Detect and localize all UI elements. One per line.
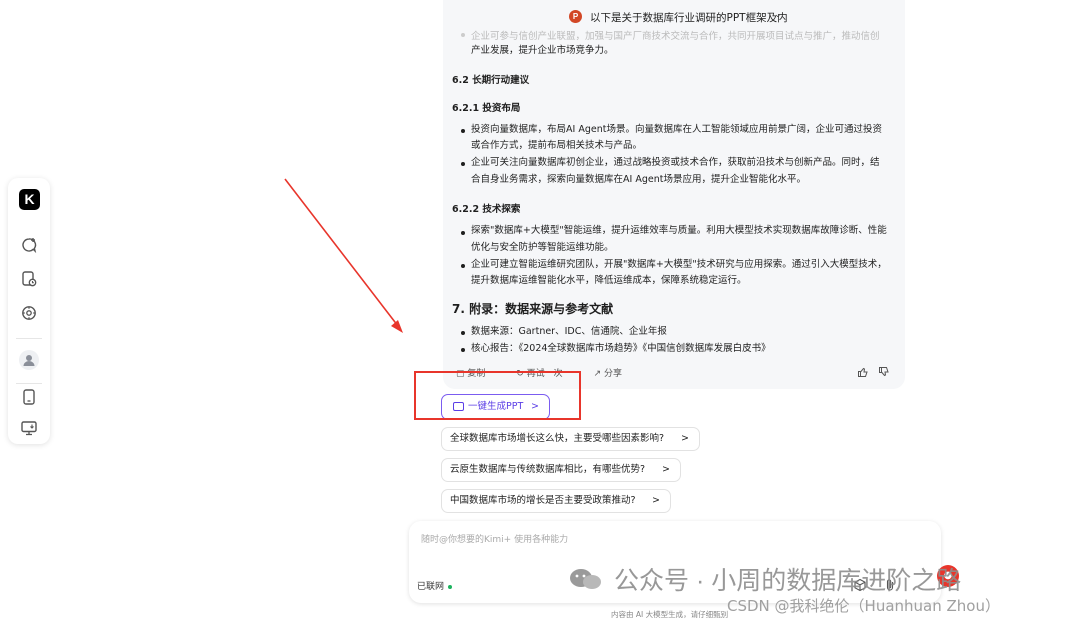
network-toggle[interactable]: 已联网 xyxy=(417,579,453,592)
list-item: 企业可建立智能运维研究团队，开展"数据库+大模型"技术研究与应用探索。通过引入大… xyxy=(471,259,887,270)
sidebar-divider xyxy=(16,383,42,384)
chat-input-placeholder[interactable]: 随时@你想要的Kimi+ 使用各种能力 xyxy=(421,532,568,545)
red-highlight-box xyxy=(414,371,581,420)
suggestion-chip[interactable]: 云原生数据库与传统数据库相比，有哪些优势? > xyxy=(441,458,681,482)
list-item: 或合作方式，提前布局相关技术与产品。 xyxy=(471,140,643,151)
share-button[interactable]: ↗ 分享 xyxy=(594,369,636,379)
suggestion-chip[interactable]: 全球数据库市场增长这么快，主要受哪些因素影响? > xyxy=(441,427,700,451)
list-item: 合自身业务需求，探索向量数据库在AI Agent场景应用，提升企业智能化水平。 xyxy=(471,174,806,185)
sidebar-divider xyxy=(16,338,42,339)
network-label: 已联网 xyxy=(417,582,445,592)
list-item: 优化与安全防护等智能运维功能。 xyxy=(471,242,614,253)
watermark-csdn: CSDN @我科绝伦（Huanhuan Zhou） xyxy=(727,597,1000,615)
list-item: 核心报告：《2024全球数据库市场趋势》《中国信创数据库发展白皮书》 xyxy=(471,343,771,354)
chevron-right-icon: > xyxy=(652,495,660,506)
new-chat-icon[interactable] xyxy=(20,236,38,254)
list-item: 探索"数据库+大模型"智能运维，提升运维效率与质量。利用大模型技术实现数据库故障… xyxy=(471,225,887,236)
conversation-title[interactable]: 以下是关于数据库行业调研的PPT框架及内 xyxy=(590,10,788,25)
list-item: 投资向量数据库，布局AI Agent场景。向量数据库在人工智能领域应用前景广阔，… xyxy=(471,124,882,135)
bullet-dot xyxy=(461,129,465,133)
kimi-logo[interactable]: K xyxy=(19,189,40,210)
thumbs-down-icon[interactable] xyxy=(878,366,890,378)
list-item: 提升数据库运维智能化水平，降低运维成本，保障系统稳定运行。 xyxy=(471,275,747,286)
tablet-icon[interactable] xyxy=(20,388,38,406)
sidebar: K xyxy=(8,178,50,444)
watermark-text: 公众号 · 小周的数据库进阶之路 xyxy=(614,567,962,595)
suggestion-text: 中国数据库市场的增长是否主要受政策推动? xyxy=(450,495,636,506)
network-status-dot xyxy=(448,584,453,589)
bullet-dot xyxy=(461,348,465,352)
suggestion-text: 全球数据库市场增长这么快，主要受哪些因素影响? xyxy=(450,433,665,444)
suggestion-chip[interactable]: 中国数据库市场的增长是否主要受政策推动? > xyxy=(441,489,671,513)
list-item: 企业可关注向量数据库初创企业，通过战略投资或技术合作，获取前沿技术与创新产品。同… xyxy=(471,157,880,168)
bullet-dot xyxy=(461,231,465,235)
list-item: 数据来源：Gartner、IDC、信通院、企业年报 xyxy=(471,326,667,337)
section-heading-7: 7. 附录：数据来源与参考文献 xyxy=(452,302,614,316)
section-heading-6-2: 6.2 长期行动建议 xyxy=(452,75,530,86)
desktop-icon[interactable] xyxy=(20,419,38,437)
wechat-icon xyxy=(570,569,601,589)
bullet-dot xyxy=(461,162,465,166)
user-icon xyxy=(23,355,35,366)
bullet-dot xyxy=(461,264,465,268)
user-avatar[interactable] xyxy=(19,350,39,370)
history-icon[interactable] xyxy=(20,270,38,288)
footer-disclaimer: 内容由 AI 大模型生成，请仔细甄别 xyxy=(611,610,729,619)
chevron-down-icon[interactable]: ⌄ xyxy=(774,10,782,20)
paragraph-text: 产业发展，提升企业市场竞争力。 xyxy=(471,45,614,56)
section-heading-6-2-1: 6.2.1 投资布局 xyxy=(452,103,521,114)
share-label: 分享 xyxy=(603,369,622,379)
section-heading-6-2-2: 6.2.2 技术探索 xyxy=(452,204,521,215)
bullet-dot xyxy=(461,331,465,335)
faded-text: 企业可参与信创产业联盟，加强与国产厂商技术交流与合作，共同开展项目试点与推广，推… xyxy=(471,31,880,42)
chevron-right-icon: > xyxy=(681,433,689,444)
thumbs-up-icon[interactable] xyxy=(857,366,869,378)
bullet-dot xyxy=(461,33,465,37)
ppt-file-icon: P xyxy=(569,10,582,23)
suggestion-text: 云原生数据库与传统数据库相比，有哪些优势? xyxy=(450,464,646,475)
explore-icon[interactable] xyxy=(20,304,38,322)
chevron-right-icon: > xyxy=(662,464,670,475)
